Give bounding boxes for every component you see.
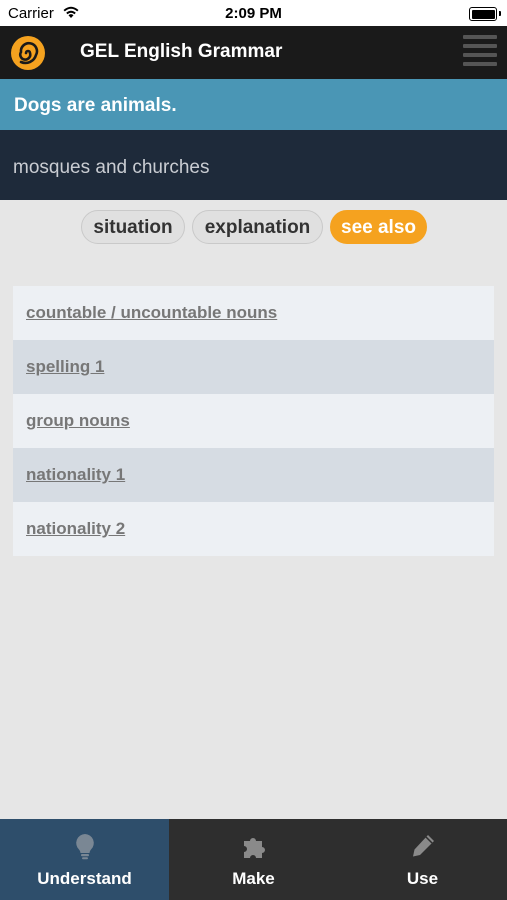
link-group-nouns[interactable]: group nouns: [26, 411, 130, 430]
tab-see-also[interactable]: see also: [330, 210, 427, 244]
lightbulb-icon: [70, 831, 100, 861]
link-spelling-1[interactable]: spelling 1: [26, 357, 104, 376]
app-header: GEL English Grammar: [0, 26, 507, 79]
tabbar-understand-label: Understand: [37, 869, 132, 888]
tabbar-make[interactable]: Make: [169, 819, 338, 900]
section-tabs: situation explanation see also: [0, 210, 507, 246]
example-sentence: Dogs are animals.: [14, 95, 177, 116]
clock: 2:09 PM: [225, 5, 282, 22]
list-item[interactable]: group nouns: [13, 394, 494, 448]
battery-icon: [469, 7, 501, 21]
spiral-logo-icon[interactable]: [10, 35, 46, 71]
tab-situation[interactable]: situation: [81, 210, 185, 244]
tab-explanation[interactable]: explanation: [192, 210, 323, 244]
tabbar-use[interactable]: Use: [338, 819, 507, 900]
link-nationality-1[interactable]: nationality 1: [26, 465, 125, 484]
list-item[interactable]: countable / uncountable nouns: [13, 286, 494, 340]
context-text: mosques and churches: [13, 157, 210, 178]
tabbar-use-label: Use: [406, 869, 439, 888]
link-countable-uncountable-nouns[interactable]: countable / uncountable nouns: [26, 303, 277, 322]
hamburger-menu-icon[interactable]: [463, 35, 497, 67]
sentence-bar: Dogs are animals.: [0, 79, 507, 130]
list-item[interactable]: nationality 2: [13, 502, 494, 556]
pencil-icon: [408, 831, 438, 861]
status-bar: Carrier 2:09 PM: [0, 0, 507, 26]
tabbar-make-label: Make: [232, 869, 275, 888]
bottom-tab-bar: Understand Make Use: [0, 819, 507, 900]
link-nationality-2[interactable]: nationality 2: [26, 519, 125, 538]
list-item[interactable]: nationality 1: [13, 448, 494, 502]
see-also-list: countable / uncountable nouns spelling 1…: [13, 286, 494, 556]
tabbar-understand[interactable]: Understand: [0, 819, 169, 900]
puzzle-icon: [239, 831, 269, 861]
app-title: GEL English Grammar: [80, 41, 283, 62]
context-bar: mosques and churches: [0, 130, 507, 200]
list-item[interactable]: spelling 1: [13, 340, 494, 394]
